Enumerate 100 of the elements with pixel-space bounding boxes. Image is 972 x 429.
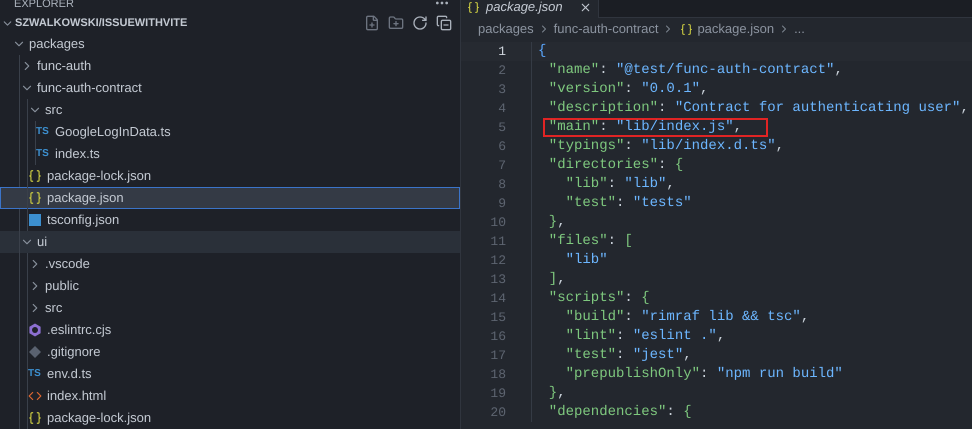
json-key: "dependencies" (548, 405, 666, 420)
item-label: GoogleLogInData.ts (55, 123, 171, 142)
line-number: 19 (489, 384, 506, 403)
workspace-title[interactable]: SZWALKOWSKI/ISSUEWITHVITE (15, 14, 188, 32)
json-punctuation: : (599, 120, 608, 135)
json-string: "0.0.1" (641, 82, 700, 97)
new-folder-icon[interactable] (388, 15, 404, 32)
file-item[interactable]: .gitignore (0, 341, 460, 363)
json-punctuation: , (666, 177, 675, 192)
json-punctuation: , (557, 386, 566, 401)
braces-icon (28, 411, 42, 425)
html-icon (28, 389, 42, 403)
json-key: "scripts" (548, 291, 624, 306)
json-key: "main" (548, 120, 600, 135)
folder-item[interactable]: src (0, 297, 460, 319)
item-label: package-lock.json (47, 167, 152, 186)
json-string: "lib/index.d.ts" (641, 139, 776, 154)
json-string: "lib" (624, 177, 666, 192)
json-punctuation: , (734, 120, 742, 135)
breadcrumb-item[interactable]: package.json (697, 19, 774, 39)
refresh-icon[interactable] (412, 15, 428, 32)
json-string: "npm run build" (716, 367, 843, 382)
json-punctuation: } (548, 386, 558, 401)
line-number: 15 (489, 308, 506, 327)
json-punctuation: : (666, 405, 675, 420)
file-item[interactable]: TS env.d.ts (0, 363, 460, 385)
line-number: 16 (489, 328, 506, 346)
line-number: 14 (489, 290, 506, 308)
json-string: "jest" (632, 348, 684, 363)
json-punctuation: { (641, 291, 650, 306)
breadcrumb-item[interactable]: func-auth-contract (554, 19, 658, 39)
json-string: "lib/index.js" (616, 120, 734, 135)
json-punctuation: : (658, 158, 666, 173)
collapse-icon[interactable] (436, 15, 452, 32)
item-label: index.ts (55, 145, 100, 164)
json-string: "Contract for authenticating user" (674, 101, 960, 116)
json-key: "test" (566, 348, 616, 363)
line-number: 17 (489, 346, 506, 365)
tab-label: package.json (486, 0, 563, 16)
json-punctuation: : (616, 329, 624, 344)
json-string: "lib" (566, 253, 608, 268)
folder-item[interactable]: func-auth (0, 55, 460, 77)
folder-item[interactable]: public (0, 275, 460, 297)
line-number: 10 (489, 214, 506, 232)
typescript-icon: TS (36, 149, 52, 159)
json-punctuation: { (674, 158, 684, 173)
folder-item[interactable]: .vscode (0, 253, 460, 275)
json-string: "@test/func-auth-contract" (616, 63, 834, 78)
item-label: public (45, 277, 79, 296)
item-label: src (45, 101, 62, 120)
hexagon-icon (28, 323, 42, 337)
json-punctuation: : (608, 234, 616, 249)
item-label: ui (37, 233, 48, 252)
line-number: 8 (497, 176, 506, 194)
json-punctuation: : (616, 348, 624, 363)
json-key: "build" (566, 310, 624, 325)
file-item[interactable]: package-lock.json (0, 407, 460, 429)
json-key: "lint" (566, 329, 616, 344)
line-number: 12 (489, 252, 506, 270)
line-number: 11 (489, 232, 506, 251)
json-punctuation: , (700, 82, 708, 97)
json-punctuation: : (624, 291, 633, 306)
breadcrumb-item[interactable]: ... (794, 19, 805, 39)
json-punctuation: , (960, 101, 969, 116)
json-punctuation: : (624, 82, 633, 97)
file-item[interactable]: .eslintrc.cjs (0, 319, 460, 341)
item-label: package-lock.json (47, 409, 152, 428)
braces-icon (28, 191, 42, 205)
json-key: "prepublishOnly" (566, 367, 700, 382)
file-item[interactable]: TS index.ts (0, 143, 460, 165)
json-key: "files" (548, 234, 608, 249)
braces-icon (467, 0, 480, 14)
item-label: func-auth (37, 57, 92, 76)
new-file-icon[interactable] (364, 15, 380, 32)
file-item[interactable]: tsconfig.json (0, 209, 460, 231)
json-punctuation: : (616, 196, 624, 211)
folder-item[interactable]: ui (0, 231, 460, 253)
breadcrumb-item[interactable]: packages (478, 19, 534, 39)
item-label: tsconfig.json (47, 211, 120, 230)
file-item[interactable]: package.json (0, 187, 460, 209)
item-label: func-auth-contract (37, 79, 142, 98)
line-number: 20 (489, 404, 506, 422)
json-key: "version" (548, 82, 624, 97)
folder-item[interactable]: packages (0, 33, 460, 55)
json-punctuation: : (700, 367, 708, 382)
folder-item[interactable]: src (0, 99, 460, 121)
item-label: .vscode (45, 255, 90, 274)
item-label: .gitignore (47, 343, 100, 362)
json-string: "rimraf lib && tsc" (641, 310, 801, 325)
item-label: env.d.ts (47, 365, 92, 384)
folder-item[interactable]: func-auth-contract (0, 77, 460, 99)
line-number: 9 (497, 194, 506, 213)
line-number: 4 (497, 100, 506, 118)
file-item[interactable]: index.html (0, 385, 460, 407)
file-item[interactable]: package-lock.json (0, 165, 460, 187)
line-number: 3 (497, 80, 506, 99)
json-punctuation: { (683, 405, 692, 420)
close-icon[interactable] (578, 0, 592, 14)
file-item[interactable]: TS GoogleLogInData.ts (0, 121, 460, 143)
editor-tab[interactable]: package.json (461, 0, 599, 18)
